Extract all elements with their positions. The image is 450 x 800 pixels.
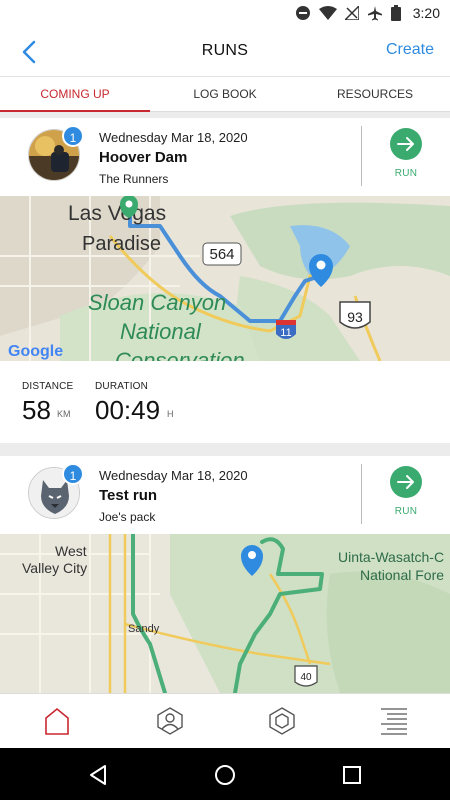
tab-resources[interactable]: RESOURCES [300, 77, 450, 111]
run-button-label: RUN [394, 506, 418, 517]
run-card[interactable]: 1 Wednesday Mar 18, 2020 Hoover Dam The … [0, 118, 450, 443]
run-card[interactable]: 1 Wednesday Mar 18, 2020 Test run Joe's … [0, 456, 450, 693]
status-time: 3:20 [412, 5, 440, 21]
route-map[interactable]: West Valley City Sandy Uinta-Wasatch-C N… [0, 534, 450, 693]
run-button-label: RUN [394, 168, 418, 179]
road-shield-11: 11 [280, 327, 291, 339]
road-shield-93: 93 [347, 309, 363, 325]
distance-value: 58 [22, 395, 51, 425]
map-label-national-forest: National Fore [360, 567, 444, 583]
run-group: Joe's pack [99, 510, 156, 524]
duration-value: 00:49 [95, 395, 161, 425]
airplane-icon [367, 5, 383, 21]
wifi-icon [318, 6, 337, 20]
divider [361, 464, 362, 524]
home-icon[interactable] [42, 706, 72, 736]
system-home-icon[interactable] [214, 764, 236, 786]
system-nav-bar [0, 748, 450, 800]
map-label-las-vegas: Las Vegas [68, 202, 166, 225]
road-shield-564: 564 [209, 246, 234, 263]
map-label-conservation: Conservation [115, 348, 245, 361]
back-button[interactable] [16, 38, 44, 66]
notification-badge: 1 [62, 463, 84, 485]
map-label-paradise: Paradise [82, 233, 161, 255]
run-button[interactable] [390, 128, 422, 160]
page-title: RUNS [201, 42, 249, 59]
arrow-right-icon [397, 137, 414, 151]
duration-label: DURATION [95, 381, 149, 392]
map-label-sloan-canyon: Sloan Canyon [88, 290, 226, 315]
arrow-right-icon [397, 475, 414, 489]
no-signal-icon [344, 6, 359, 20]
run-date: Wednesday Mar 18, 2020 [99, 468, 248, 483]
profile-icon[interactable] [155, 706, 185, 736]
hexagon-icon[interactable] [267, 706, 297, 736]
run-name: Hoover Dam [99, 149, 188, 166]
distance-label: DISTANCE [22, 381, 74, 392]
map-label-west: West [55, 543, 87, 559]
do-not-disturb-icon [295, 5, 311, 21]
google-logo: Google [8, 343, 63, 360]
menu-icon[interactable] [379, 706, 409, 736]
run-stats: DISTANCE 58 KM DURATION 00:49 H [0, 361, 450, 443]
run-card-header: 1 Wednesday Mar 18, 2020 Hoover Dam The … [0, 118, 450, 196]
divider [361, 126, 362, 186]
run-group: The Runners [99, 172, 169, 186]
tab-bar: COMING UP LOG BOOK RESOURCES [0, 76, 450, 112]
run-card-header: 1 Wednesday Mar 18, 2020 Test run Joe's … [0, 456, 450, 534]
tab-coming-up[interactable]: COMING UP [0, 77, 150, 112]
system-back-icon[interactable] [88, 764, 110, 786]
map-label-uinta-wasatch: Uinta-Wasatch-C [338, 549, 444, 565]
route-map[interactable]: Las Vegas Paradise Sloan Canyon National… [0, 196, 450, 361]
run-name: Test run [99, 487, 158, 504]
distance-unit: KM [57, 409, 71, 419]
status-bar: 3:20 [0, 0, 450, 28]
app-bar: RUNS Create [0, 28, 450, 76]
road-shield-40: 40 [300, 672, 312, 683]
create-button[interactable]: Create [386, 41, 434, 59]
notification-badge: 1 [62, 125, 84, 147]
duration-unit: H [167, 409, 174, 419]
battery-icon [390, 5, 401, 21]
system-recents-icon[interactable] [341, 764, 363, 786]
chevron-left-icon [22, 40, 36, 64]
map-label-sandy: Sandy [128, 623, 160, 635]
map-label-valley-city: Valley City [22, 560, 87, 576]
run-date: Wednesday Mar 18, 2020 [99, 130, 248, 145]
run-button[interactable] [390, 466, 422, 498]
tab-log-book[interactable]: LOG BOOK [150, 77, 300, 111]
map-label-national: National [120, 319, 202, 344]
bottom-nav [0, 693, 450, 748]
